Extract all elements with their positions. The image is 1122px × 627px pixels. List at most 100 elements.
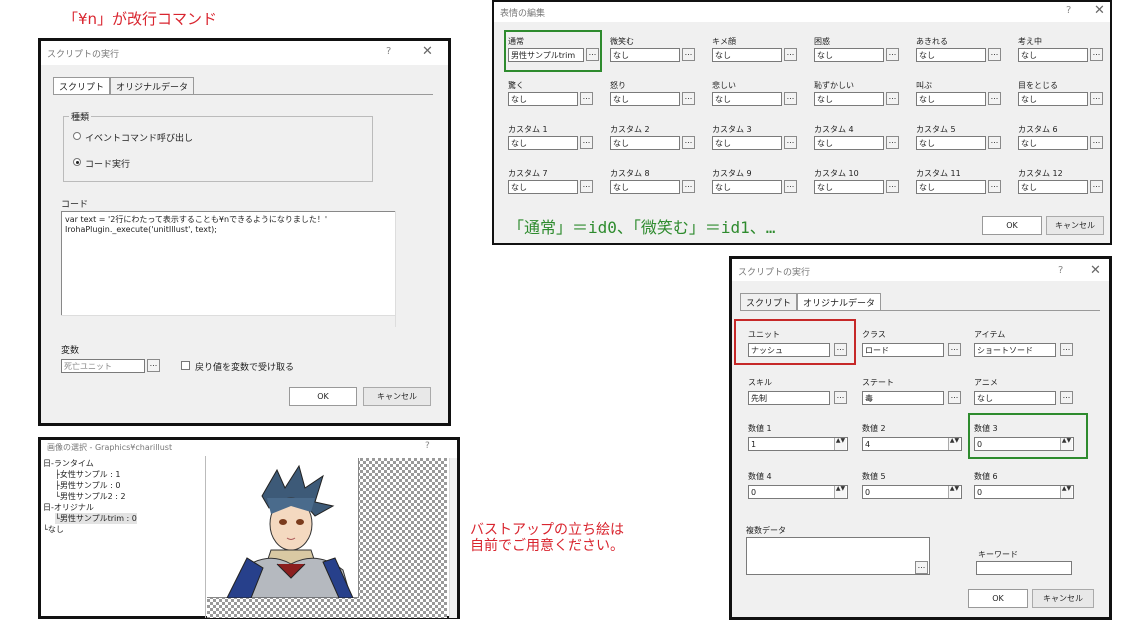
cancel-button[interactable]: キャンセル	[1046, 216, 1104, 235]
multi-data-field[interactable]	[746, 537, 930, 575]
tree-node[interactable]: └男性サンプル2 : 2	[55, 491, 126, 502]
expression-browse-button[interactable]: ...	[784, 136, 797, 149]
number-spinner[interactable]: ▲▼	[948, 486, 960, 498]
number-field[interactable]: 0	[748, 485, 848, 499]
number-field[interactable]: 0	[862, 485, 962, 499]
tab-script[interactable]: スクリプト	[53, 77, 111, 94]
data-field[interactable]: 毒	[862, 391, 944, 405]
expression-field[interactable]: なし	[916, 92, 986, 106]
return-value-checkbox[interactable]	[181, 361, 190, 370]
expression-browse-button[interactable]: ...	[1090, 92, 1103, 105]
number-spinner[interactable]: ▲▼	[834, 486, 846, 498]
expression-browse-button[interactable]: ...	[580, 136, 593, 149]
help-button[interactable]: ?	[1058, 265, 1063, 276]
expression-browse-button[interactable]: ...	[886, 48, 899, 61]
tree-node[interactable]: ├女性サンプル : 1	[55, 469, 120, 480]
number-field[interactable]: 0	[974, 485, 1074, 499]
number-spinner[interactable]: ▲▼	[1060, 486, 1072, 498]
number-field[interactable]: 1	[748, 437, 848, 451]
help-button[interactable]: ?	[425, 441, 430, 451]
expression-field[interactable]: なし	[712, 48, 782, 62]
data-browse-button[interactable]: ...	[1060, 343, 1073, 356]
cancel-button[interactable]: キャンセル	[363, 387, 431, 406]
tree-view[interactable]: 日-ランタイム ├女性サンプル : 1 ├男性サンプル : 0 └男性サンプル2…	[41, 458, 201, 618]
data-browse-button[interactable]: ...	[1060, 391, 1073, 404]
data-browse-button[interactable]: ...	[834, 391, 847, 404]
close-icon[interactable]: ✕	[422, 44, 433, 59]
expression-browse-button[interactable]: ...	[784, 180, 797, 193]
vertical-scrollbar[interactable]	[395, 211, 407, 327]
expression-field[interactable]: なし	[814, 180, 884, 194]
expression-browse-button[interactable]: ...	[784, 48, 797, 61]
tab-script[interactable]: スクリプト	[740, 293, 798, 310]
tab-original-data[interactable]: オリジナルデータ	[110, 77, 195, 94]
vertical-scrollbar[interactable]	[449, 458, 457, 618]
data-browse-button[interactable]: ...	[948, 343, 961, 356]
expression-field[interactable]: なし	[610, 136, 680, 150]
expression-browse-button[interactable]: ...	[988, 180, 1001, 193]
expression-browse-button[interactable]: ...	[886, 92, 899, 105]
expression-field[interactable]: なし	[916, 180, 986, 194]
expression-field[interactable]: なし	[610, 48, 680, 62]
expression-field[interactable]: なし	[712, 92, 782, 106]
keyword-field[interactable]	[976, 561, 1072, 575]
number-spinner[interactable]: ▲▼	[834, 438, 846, 450]
tree-node[interactable]: 日-オリジナル	[43, 502, 94, 513]
close-icon[interactable]: ✕	[1094, 3, 1105, 18]
expression-field[interactable]: なし	[814, 136, 884, 150]
expression-field[interactable]: なし	[814, 48, 884, 62]
tree-node[interactable]: 日-ランタイム	[43, 458, 94, 469]
expression-field[interactable]: なし	[712, 180, 782, 194]
data-browse-button[interactable]: ...	[948, 391, 961, 404]
expression-field[interactable]: なし	[1018, 136, 1088, 150]
expression-browse-button[interactable]: ...	[682, 180, 695, 193]
expression-field[interactable]: なし	[1018, 180, 1088, 194]
expression-browse-button[interactable]: ...	[1090, 136, 1103, 149]
number-field[interactable]: 4	[862, 437, 962, 451]
expression-browse-button[interactable]: ...	[580, 92, 593, 105]
expression-browse-button[interactable]: ...	[886, 136, 899, 149]
code-editor[interactable]: var text = '2行にわたって表示することも¥nできるようになりました！…	[61, 211, 407, 327]
expression-browse-button[interactable]: ...	[1090, 48, 1103, 61]
data-field[interactable]: ロード	[862, 343, 944, 357]
radio-event-command[interactable]	[73, 132, 81, 140]
data-field[interactable]: 先制	[748, 391, 830, 405]
expression-browse-button[interactable]: ...	[886, 180, 899, 193]
expression-field[interactable]: なし	[1018, 48, 1088, 62]
expression-browse-button[interactable]: ...	[580, 180, 593, 193]
horizontal-scrollbar[interactable]	[61, 315, 395, 327]
help-button[interactable]: ?	[386, 46, 391, 57]
ok-button[interactable]: OK	[982, 216, 1042, 235]
data-field[interactable]: ショートソード	[974, 343, 1056, 357]
expression-field[interactable]: なし	[610, 180, 680, 194]
expression-field[interactable]: なし	[610, 92, 680, 106]
expression-field[interactable]: なし	[508, 92, 578, 106]
multi-data-browse-button[interactable]: ...	[915, 561, 928, 574]
expression-browse-button[interactable]: ...	[784, 92, 797, 105]
expression-browse-button[interactable]: ...	[988, 48, 1001, 61]
variable-browse-button[interactable]: ...	[147, 359, 160, 372]
expression-browse-button[interactable]: ...	[1090, 180, 1103, 193]
tree-node[interactable]: ├男性サンプル : 0	[55, 480, 120, 491]
tree-node-selected[interactable]: └男性サンプルtrim : 0	[55, 513, 137, 524]
expression-browse-button[interactable]: ...	[988, 136, 1001, 149]
ok-button[interactable]: OK	[968, 589, 1028, 608]
close-icon[interactable]: ✕	[1090, 263, 1101, 278]
expression-field[interactable]: なし	[814, 92, 884, 106]
ok-button[interactable]: OK	[289, 387, 357, 406]
expression-field[interactable]: なし	[508, 180, 578, 194]
expression-field[interactable]: なし	[712, 136, 782, 150]
expression-browse-button[interactable]: ...	[682, 48, 695, 61]
expression-field[interactable]: なし	[916, 136, 986, 150]
help-button[interactable]: ?	[1066, 5, 1071, 16]
data-field[interactable]: なし	[974, 391, 1056, 405]
number-spinner[interactable]: ▲▼	[948, 438, 960, 450]
cancel-button[interactable]: キャンセル	[1032, 589, 1094, 608]
expression-browse-button[interactable]: ...	[988, 92, 1001, 105]
expression-browse-button[interactable]: ...	[682, 136, 695, 149]
tree-node[interactable]: └なし	[43, 524, 64, 535]
expression-browse-button[interactable]: ...	[682, 92, 695, 105]
expression-field[interactable]: なし	[916, 48, 986, 62]
tab-original-data[interactable]: オリジナルデータ	[797, 293, 882, 310]
expression-field[interactable]: なし	[1018, 92, 1088, 106]
